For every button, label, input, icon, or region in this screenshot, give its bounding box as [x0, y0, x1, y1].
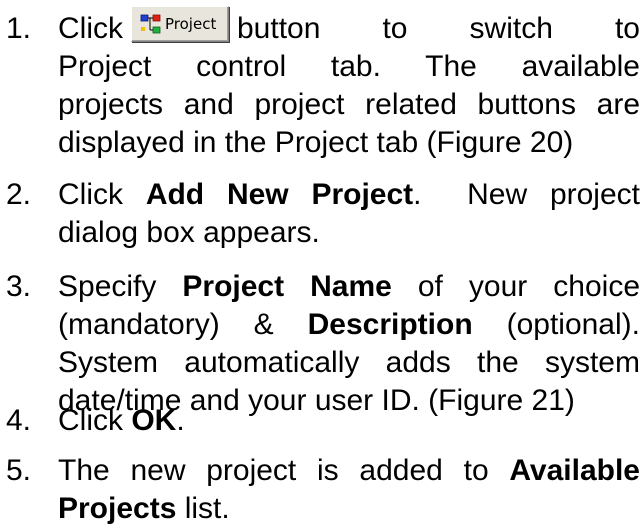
step-text-fragment: button to switch to	[237, 12, 640, 45]
step-text-fragment: Click	[58, 178, 146, 211]
step-text-fragment: The new project is added to	[58, 454, 510, 487]
step-text: The new project is added to Available Pr…	[58, 452, 640, 528]
step-text: Specify Project Name of your choice (man…	[58, 268, 640, 420]
step-line: Click OK.	[58, 402, 640, 440]
step-line: Click Add New Project. New project	[58, 176, 640, 214]
step-text-fragment: . New project	[413, 178, 640, 211]
step-line: The new project is added to Available	[58, 452, 640, 490]
step-line: Click Project button to switch to	[58, 6, 640, 48]
project-button-label: Project	[165, 15, 217, 33]
step-bold-term: OK	[131, 404, 177, 437]
project-hierarchy-icon	[140, 14, 161, 34]
step-bold-term: Description	[307, 308, 473, 341]
step-text-fragment: (mandatory) &	[58, 308, 308, 341]
step-text-fragment: .	[176, 404, 185, 437]
instruction-steps: 1. Click Project button to switch to Pro…	[0, 0, 644, 528]
step-bold-term: Available	[509, 454, 640, 487]
step-text-fragment: list.	[176, 492, 230, 525]
step-number: 5.	[6, 454, 32, 487]
step-line: System automatically adds the system	[58, 346, 640, 379]
step-line: (mandatory) & Description (optional).	[58, 306, 640, 344]
step-line: dialog box appears.	[58, 216, 320, 249]
step-line: projects and project related buttons are	[58, 88, 640, 121]
step-text-fragment: of your choice	[391, 270, 640, 303]
step-number: 3.	[6, 270, 32, 303]
step-number: 2.	[6, 178, 32, 211]
step-bold-term: Projects	[58, 492, 177, 525]
step-text: Click Project button to switch to Projec…	[58, 6, 640, 162]
step-bold-term: Project Name	[182, 270, 392, 303]
step-bold-term: Add New Project	[145, 178, 414, 211]
step-number: 1.	[6, 12, 32, 45]
step-number: 4.	[6, 404, 32, 437]
step-text: Click OK.	[58, 402, 640, 440]
project-button[interactable]: Project	[131, 6, 229, 42]
step-line: displayed in the Project tab (Figure 20)	[58, 126, 574, 159]
step-text-fragment: Click	[58, 404, 132, 437]
step-text-fragment: Specify	[58, 270, 183, 303]
step-text-fragment: (optional).	[472, 308, 640, 341]
step-line: Specify Project Name of your choice	[58, 268, 640, 306]
step-text: Click Add New Project. New project dialo…	[58, 176, 640, 252]
step-line: Projects list.	[58, 490, 640, 528]
step-text-fragment: Click	[58, 12, 123, 45]
step-line: Project control tab. The available	[58, 50, 640, 83]
